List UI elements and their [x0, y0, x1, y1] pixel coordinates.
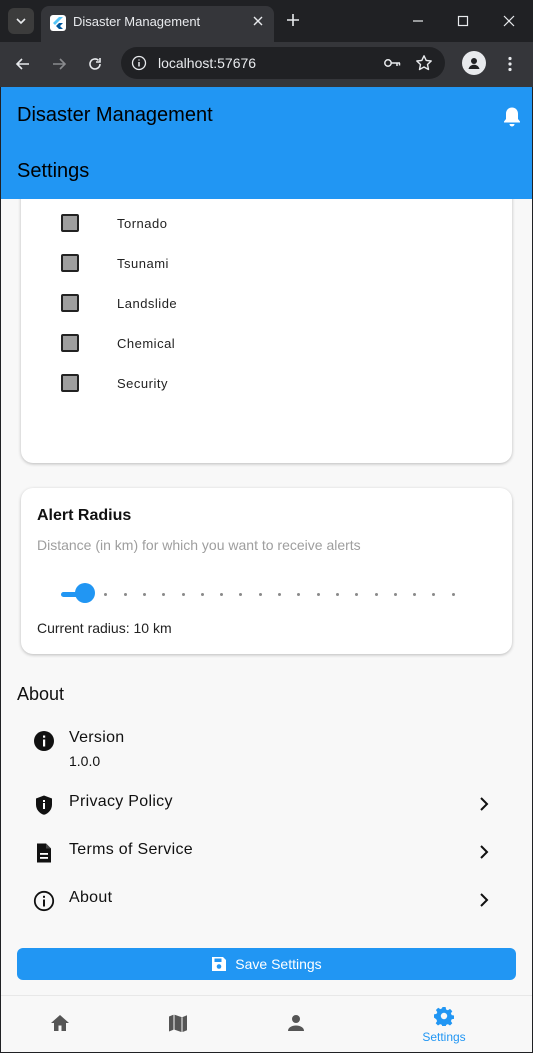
slider-tick [181, 593, 185, 596]
slider-tick [413, 593, 417, 596]
reload-icon[interactable] [83, 52, 107, 76]
checkbox[interactable] [61, 294, 79, 312]
save-settings-label: Save Settings [235, 956, 322, 972]
site-info-icon[interactable] [131, 55, 147, 71]
slider-tick [104, 593, 108, 596]
info-filled-icon [33, 730, 55, 752]
alert-radius-title: Alert Radius [37, 507, 132, 524]
slider-thumb[interactable] [75, 583, 95, 603]
home-icon [49, 1012, 71, 1034]
slider-tick [335, 593, 339, 596]
chevron-down-icon [16, 18, 26, 25]
flutter-favicon-icon [50, 15, 66, 31]
new-tab-icon[interactable] [283, 10, 303, 30]
notification-bell-icon[interactable] [501, 106, 523, 128]
slider-tick [451, 593, 455, 596]
person-icon [285, 1012, 307, 1034]
checkbox[interactable] [61, 214, 79, 232]
slider-tick [162, 593, 166, 596]
browser-tab[interactable]: Disaster Management [41, 6, 274, 42]
disaster-type-option[interactable]: Landslide [61, 292, 361, 316]
disaster-type-label: Tsunami [117, 256, 169, 271]
slider-tick [374, 593, 378, 596]
slider-tick [355, 593, 359, 596]
shield-icon [33, 794, 55, 816]
app-title: Disaster Management [17, 104, 213, 126]
slider-tick [220, 593, 224, 596]
browser-toolbar: localhost:57676 [0, 42, 533, 87]
window-close-icon[interactable] [496, 8, 522, 34]
address-bar[interactable]: localhost:57676 [121, 47, 445, 79]
alert-radius-card: Alert Radius Distance (in km) for which … [21, 488, 512, 654]
about-section-title: About [17, 684, 65, 704]
map-icon [167, 1012, 189, 1034]
page-title: Settings [17, 160, 90, 182]
version-row: Version 1.0.0 [17, 728, 516, 776]
gear-icon [433, 1005, 455, 1027]
nav-profile[interactable] [237, 996, 355, 1052]
chevron-right-icon [475, 795, 493, 813]
version-label: Version [69, 729, 125, 746]
save-icon [212, 957, 227, 971]
document-icon [33, 842, 55, 864]
version-value: 1.0.0 [69, 753, 101, 769]
url-text: localhost:57676 [158, 55, 257, 71]
profile-avatar-icon[interactable] [462, 51, 486, 75]
app-bar: Disaster Management Settings [1, 87, 532, 199]
info-outline-icon [33, 890, 55, 912]
browser-menu-icon[interactable] [498, 52, 522, 76]
slider-tick [393, 593, 397, 596]
nav-home[interactable] [1, 996, 119, 1052]
password-key-icon[interactable] [383, 54, 401, 72]
checkbox[interactable] [61, 334, 79, 352]
terms-of-service-row[interactable]: Terms of Service [17, 840, 516, 888]
chevron-right-icon [475, 891, 493, 909]
alert-radius-subtitle: Distance (in km) for which you want to r… [37, 537, 361, 553]
disaster-type-option[interactable]: Chemical [61, 332, 361, 356]
slider-tick [278, 593, 281, 596]
slider-tick [316, 593, 320, 596]
disaster-type-option[interactable]: Tornado [61, 212, 361, 236]
browser-titlebar: Disaster Management [0, 0, 533, 42]
terms-of-service-label: Terms of Service [69, 841, 193, 858]
disaster-types-card: HurricaneTornadoTsunamiLandslideChemical… [21, 157, 512, 463]
bookmark-star-icon[interactable] [415, 54, 433, 72]
slider-tick [239, 593, 243, 596]
slider-tick [142, 593, 146, 596]
nav-settings-label: Settings [422, 1030, 466, 1044]
bottom-navigation: Settings [1, 995, 532, 1052]
minimize-icon[interactable] [405, 8, 431, 34]
slider-tick [297, 593, 301, 596]
privacy-policy-label: Privacy Policy [69, 793, 173, 810]
chevron-right-icon [475, 843, 493, 861]
app-viewport: HurricaneTornadoTsunamiLandslideChemical… [1, 87, 532, 1052]
forward-arrow-icon[interactable] [47, 52, 71, 76]
maximize-icon[interactable] [450, 8, 476, 34]
slider-tick [123, 593, 127, 596]
about-label: About [69, 889, 113, 906]
disaster-type-label: Landslide [117, 296, 178, 311]
tab-search-button[interactable] [8, 8, 34, 34]
disaster-type-label: Tornado [117, 216, 168, 231]
slider-tick [432, 593, 436, 596]
alert-radius-slider[interactable] [61, 582, 473, 606]
disaster-type-label: Security [117, 376, 168, 391]
disaster-type-option[interactable]: Tsunami [61, 252, 361, 276]
checkbox[interactable] [61, 374, 79, 392]
slider-tick [258, 593, 262, 596]
save-settings-button[interactable]: Save Settings [17, 948, 516, 980]
tab-title: Disaster Management [73, 14, 201, 29]
privacy-policy-row[interactable]: Privacy Policy [17, 792, 516, 840]
slider-tick [200, 593, 204, 596]
nav-map[interactable] [119, 996, 237, 1052]
back-arrow-icon[interactable] [11, 52, 35, 76]
checkbox[interactable] [61, 254, 79, 272]
current-radius-text: Current radius: 10 km [37, 620, 172, 636]
disaster-type-label: Chemical [117, 336, 176, 351]
nav-settings[interactable]: Settings [385, 996, 503, 1052]
about-row[interactable]: About [17, 888, 516, 936]
disaster-type-option[interactable]: Security [61, 372, 361, 396]
tab-close-icon[interactable] [250, 13, 266, 29]
